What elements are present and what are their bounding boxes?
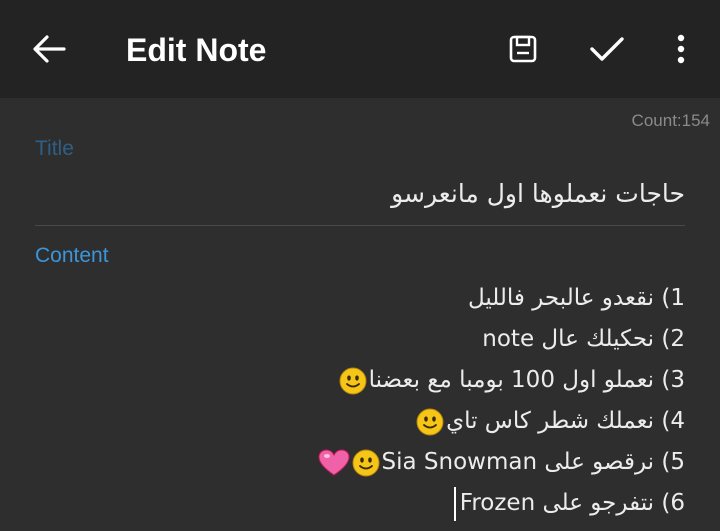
page-title: Edit Note xyxy=(126,32,267,68)
content-field[interactable]: 1) نقعدو عالبحر فالليل 2) نحكيلك عال not… xyxy=(35,278,685,528)
back-button[interactable] xyxy=(24,29,74,69)
arrow-left-icon xyxy=(33,35,66,63)
title-label: Title xyxy=(35,137,74,160)
character-count: Count:154 xyxy=(631,111,710,130)
content-line-text: 5) نرقصو على Sia Snowman xyxy=(381,449,686,475)
heart-emoji-icon xyxy=(317,448,350,476)
smiley-emoji-icon xyxy=(416,408,444,435)
content-line-text: 4) نعملك شطر كاس تاي xyxy=(446,408,685,434)
title-field[interactable]: حاجات نعملوها اول مانعرسو xyxy=(35,168,685,226)
content-line: 3) نعملو اول 100 بومبا مع بعضنا xyxy=(35,360,685,401)
smiley-emoji-icon xyxy=(352,449,379,476)
content-line: 4) نعملك شطر كاس تاي xyxy=(35,401,685,442)
text-cursor xyxy=(453,486,456,521)
content-label: Content xyxy=(35,244,109,267)
content-line: 5) نرقصو على Sia Snowman xyxy=(35,442,685,483)
content-line: 2) نحكيلك عال note xyxy=(35,319,685,360)
content-line-text: 2) نحكيلك عال note xyxy=(482,326,685,352)
smiley-emoji-icon xyxy=(339,367,367,394)
check-icon xyxy=(590,37,624,61)
content-line: 6) نتفرجو على Frozen xyxy=(35,483,685,524)
more-vert-icon xyxy=(677,34,685,64)
app-bar: Edit Note xyxy=(0,0,720,98)
save-icon xyxy=(509,35,537,63)
content-line-text: 3) نعملو اول 100 بومبا مع بعضنا xyxy=(368,367,685,393)
save-button[interactable] xyxy=(498,24,548,74)
content-line-text: 6) نتفرجو على Frozen xyxy=(459,490,685,516)
confirm-button[interactable] xyxy=(582,24,632,74)
content-line: 1) نقعدو عالبحر فالليل xyxy=(35,278,685,319)
more-options-button[interactable] xyxy=(656,24,706,74)
content-line-text: 1) نقعدو عالبحر فالليل xyxy=(467,285,685,311)
